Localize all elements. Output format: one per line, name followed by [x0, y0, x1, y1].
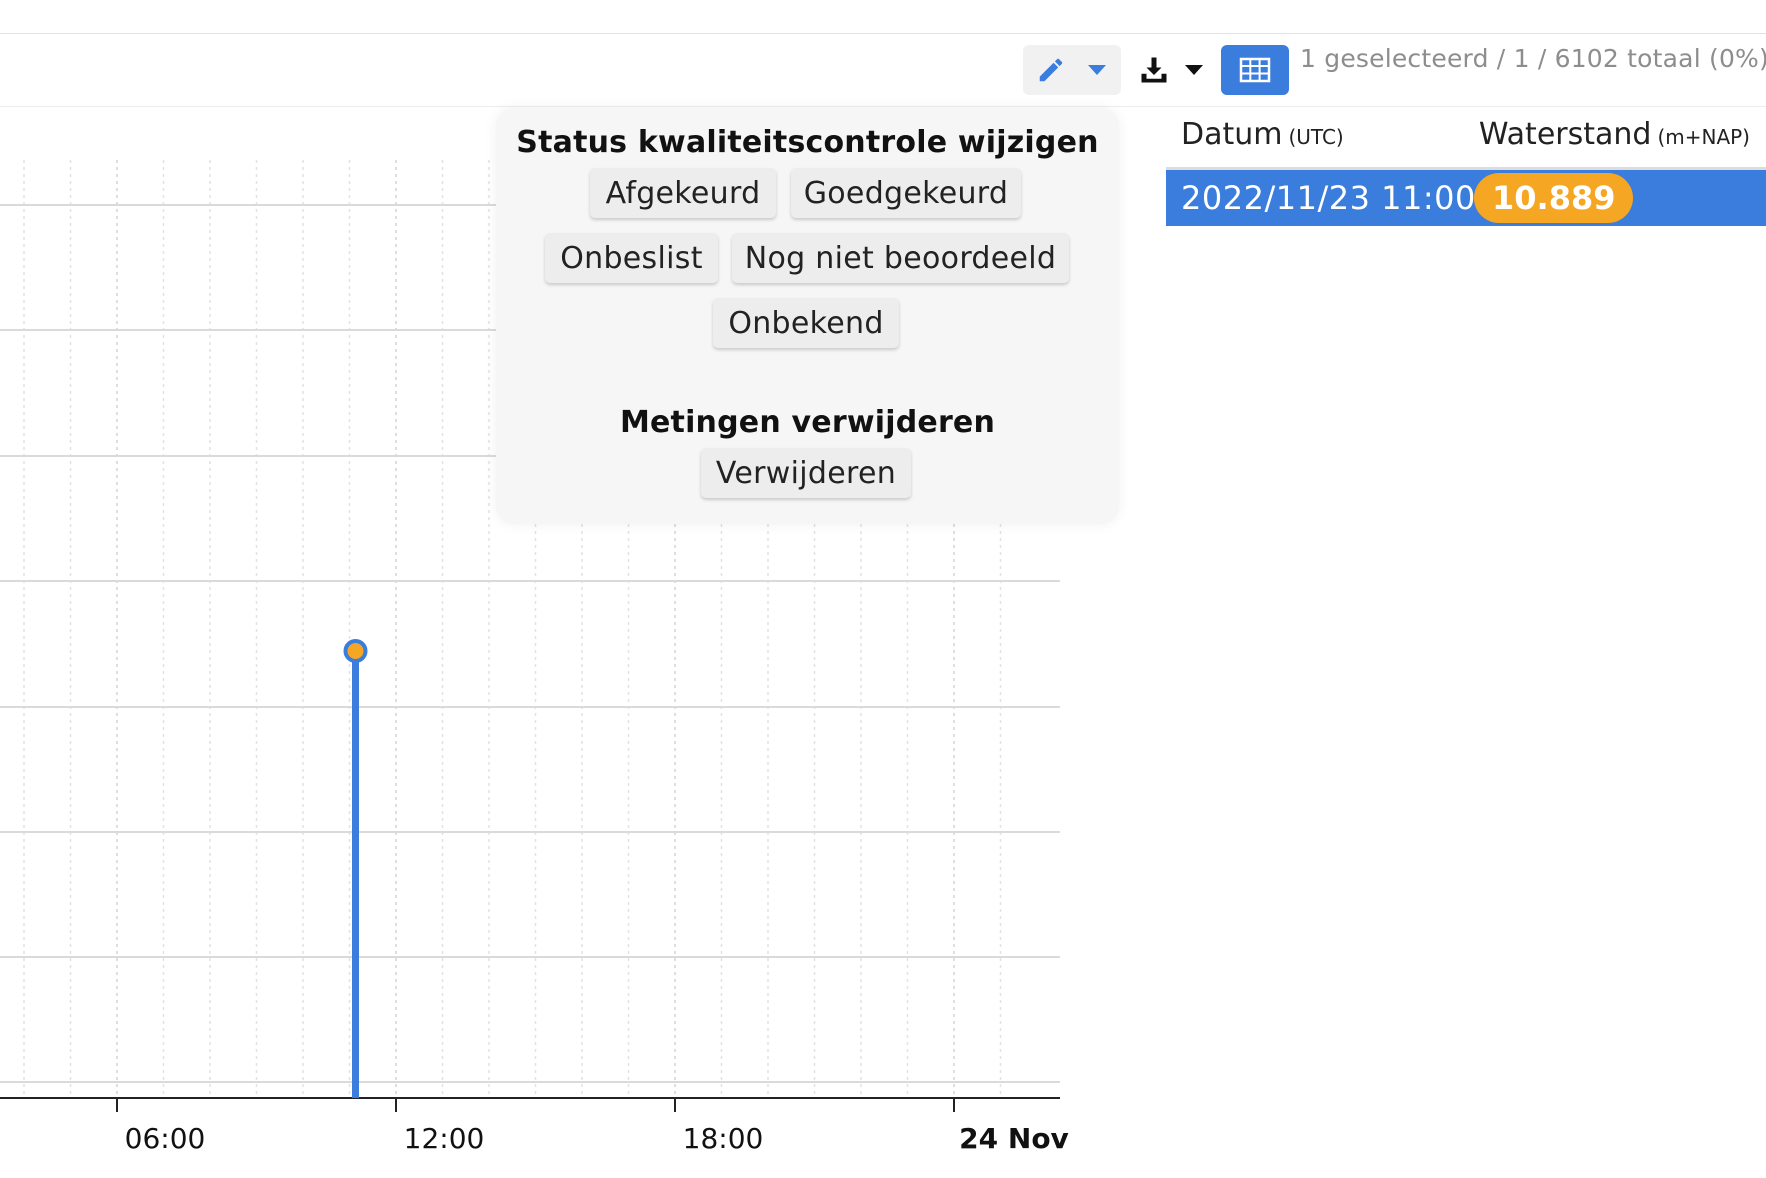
onbekend-button[interactable]: Onbekend	[713, 298, 899, 348]
status-title: Status kwaliteitscontrole wijzigen	[516, 125, 1099, 160]
app-page: 06:00 12:00 18:00 24 Nov 1 geselecteerd / 1	[0, 0, 1766, 1178]
nog-niet-beoordeeld-button[interactable]: Nog niet beoordeeld	[732, 233, 1069, 283]
column-header-waterstand-unit: (m+NAP)	[1657, 125, 1750, 149]
series-waterstand	[343, 639, 368, 1098]
table-view-button[interactable]	[1221, 45, 1289, 95]
edit-dropdown-button[interactable]	[1023, 45, 1121, 95]
cell-waterstand-badge: 10.889	[1474, 173, 1634, 223]
quality-control-popup: Status kwaliteitscontrole wijzigen Afgek…	[496, 108, 1119, 524]
verwijderen-button[interactable]: Verwijderen	[701, 448, 911, 498]
goedgekeurd-button[interactable]: Goedgekeurd	[791, 168, 1021, 218]
chevron-down-icon	[1088, 65, 1106, 75]
column-header-datum[interactable]: Datum (UTC)	[1181, 117, 1344, 152]
selection-status: 1 geselecteerd / 1 / 6102 totaal (0%)	[1300, 44, 1766, 73]
cell-datum: 2022/11/23 11:00	[1181, 179, 1476, 217]
x-tick-label: 18:00	[683, 1122, 764, 1155]
download-icon	[1141, 57, 1167, 83]
column-header-waterstand[interactable]: Waterstand (m+NAP)	[1479, 117, 1750, 152]
measurements-table: Datum (UTC) Waterstand (m+NAP) 2022/11/23 …	[1166, 107, 1766, 226]
data-point-marker[interactable]	[343, 639, 368, 663]
column-header-datum-label: Datum	[1181, 117, 1283, 152]
table-header: Datum (UTC) Waterstand (m+NAP)	[1166, 107, 1766, 170]
download-dropdown-button[interactable]	[1130, 45, 1214, 95]
x-tick-label: 24 Nov	[959, 1122, 1069, 1155]
chevron-down-icon	[1185, 65, 1203, 75]
pencil-icon	[1039, 58, 1063, 82]
onbeslist-button[interactable]: Onbeslist	[545, 233, 718, 283]
column-header-datum-unit: (UTC)	[1288, 125, 1344, 149]
delete-title: Metingen verwijderen	[619, 405, 996, 440]
x-axis-ticks: 06:00 12:00 18:00 24 Nov	[116, 1098, 1069, 1155]
x-tick-label: 06:00	[125, 1122, 206, 1155]
column-header-waterstand-label: Waterstand	[1478, 117, 1652, 152]
afgekeurd-button[interactable]: Afgekeurd	[590, 168, 776, 218]
table-icon	[1239, 57, 1271, 83]
x-tick-label: 12:00	[404, 1122, 485, 1155]
table-row[interactable]: 2022/11/23 11:00 10.889	[1166, 170, 1766, 226]
